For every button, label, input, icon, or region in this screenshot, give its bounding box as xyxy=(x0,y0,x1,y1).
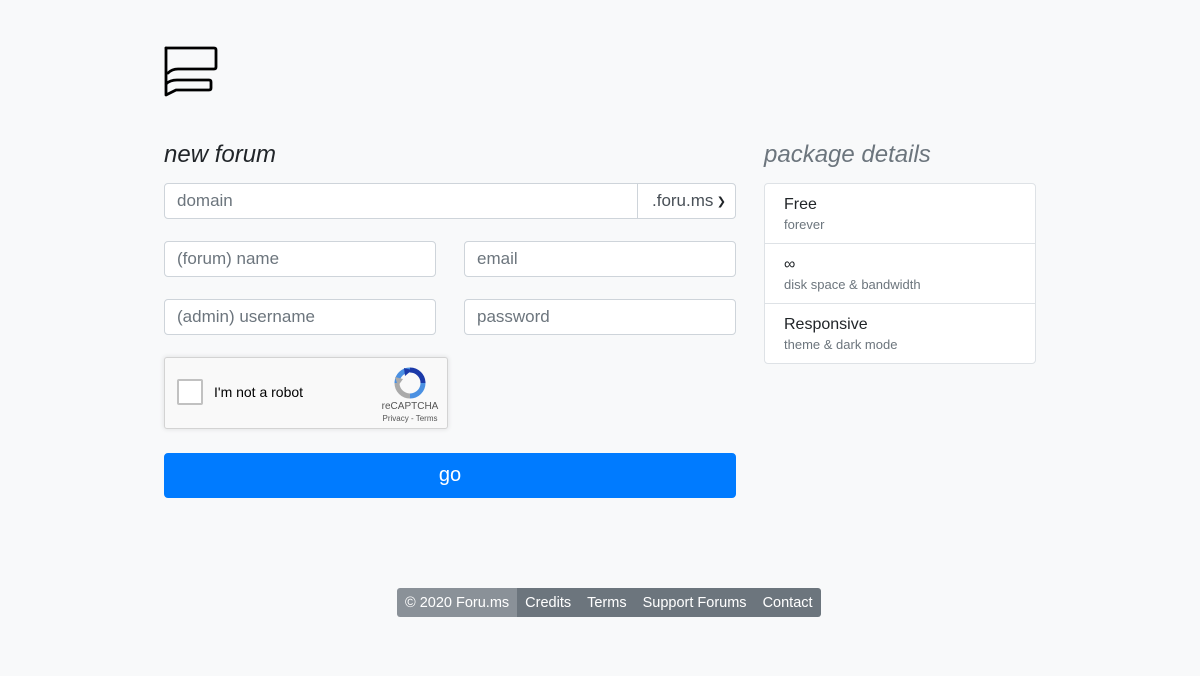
recaptcha-widget: I'm not a robot reCAPTCHA Privacy - Term… xyxy=(164,357,448,429)
signup-page: new forum package details .foru.ms ❯ I'm… xyxy=(0,0,1200,676)
domain-input[interactable] xyxy=(164,183,638,219)
package-item-title: Responsive xyxy=(784,316,868,333)
forum-name-input[interactable] xyxy=(164,241,436,277)
footer-link-support-forums[interactable]: Support Forums xyxy=(634,588,755,617)
password-input[interactable] xyxy=(464,299,736,335)
admin-username-input[interactable] xyxy=(164,299,436,335)
recaptcha-checkbox[interactable] xyxy=(177,379,203,405)
package-details-heading: package details xyxy=(764,141,931,168)
forum-logo-icon[interactable] xyxy=(163,44,219,98)
package-item-free: Free forever xyxy=(765,184,1035,244)
package-item-storage: ∞ disk space & bandwidth xyxy=(765,244,1035,304)
recaptcha-links: Privacy - Terms xyxy=(375,414,445,423)
recaptcha-logo-icon xyxy=(394,367,426,399)
package-details-list: Free forever ∞ disk space & bandwidth Re… xyxy=(764,183,1036,364)
recaptcha-separator: - xyxy=(408,414,416,423)
package-item-responsive: Responsive theme & dark mode xyxy=(765,304,1035,363)
recaptcha-privacy-link[interactable]: Privacy xyxy=(383,414,409,423)
footer-link-terms[interactable]: Terms xyxy=(579,588,635,617)
recaptcha-terms-link[interactable]: Terms xyxy=(416,414,438,423)
footer-link-credits[interactable]: Credits xyxy=(517,588,580,617)
recaptcha-brand: reCAPTCHA xyxy=(381,401,439,412)
package-item-subtitle: theme & dark mode xyxy=(784,337,898,352)
footer-link-contact[interactable]: Contact xyxy=(754,588,821,617)
tld-selected-value: .foru.ms xyxy=(652,191,714,210)
footer-copyright: © 2020 Foru.ms xyxy=(397,588,518,617)
go-button[interactable]: go xyxy=(164,453,736,498)
package-item-title: ∞ xyxy=(784,256,796,273)
email-input[interactable] xyxy=(464,241,736,277)
footer-bar: © 2020 Foru.ms Credits Terms Support For… xyxy=(397,588,821,617)
chevron-down-icon: ❯ xyxy=(716,195,726,208)
tld-select[interactable]: .foru.ms ❯ xyxy=(637,183,736,219)
package-item-subtitle: disk space & bandwidth xyxy=(784,277,921,292)
package-item-subtitle: forever xyxy=(784,217,825,232)
new-forum-heading: new forum xyxy=(164,141,277,168)
package-item-title: Free xyxy=(784,196,817,213)
recaptcha-label: I'm not a robot xyxy=(214,384,304,400)
